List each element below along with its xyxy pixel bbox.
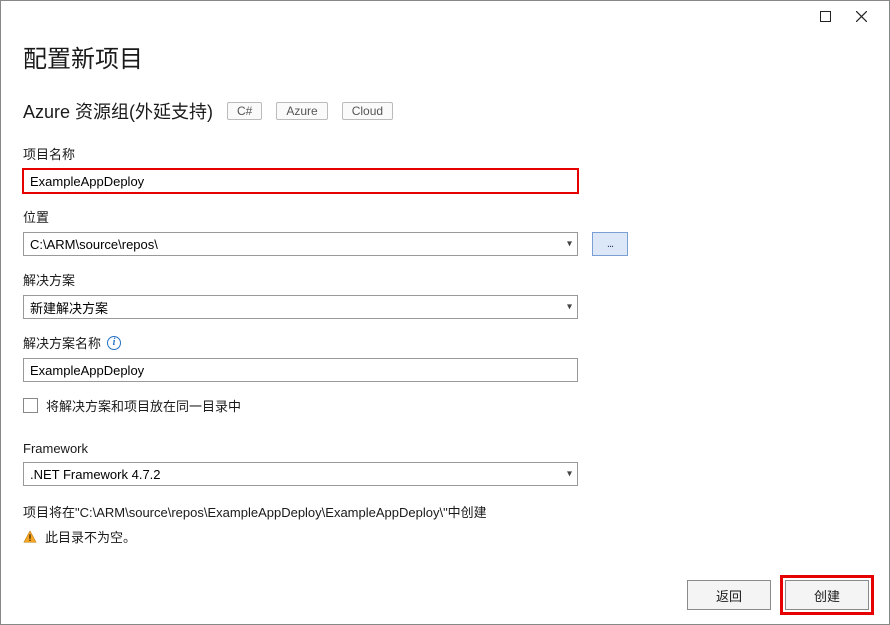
titlebar xyxy=(1,1,889,31)
same-directory-checkbox-row[interactable]: 将解决方案和项目放在同一目录中 xyxy=(23,396,867,415)
warning-row: 此目录不为空。 xyxy=(23,527,867,546)
tag-azure: Azure xyxy=(276,102,327,120)
project-name-input[interactable] xyxy=(23,169,578,193)
same-directory-checkbox[interactable] xyxy=(23,398,38,413)
back-button[interactable]: 返回 xyxy=(687,580,771,610)
solution-select[interactable] xyxy=(23,295,578,319)
dialog-footer: 返回 创建 xyxy=(687,580,869,610)
framework-label: Framework xyxy=(23,441,867,456)
dialog-window: 配置新项目 Azure 资源组(外延支持) C# Azure Cloud 项目名… xyxy=(0,0,890,625)
info-icon[interactable]: i xyxy=(107,336,121,350)
same-directory-label: 将解决方案和项目放在同一目录中 xyxy=(46,396,241,415)
browse-location-button[interactable]: ... xyxy=(592,232,628,256)
subtitle-row: Azure 资源组(外延支持) C# Azure Cloud xyxy=(23,98,867,124)
location-label: 位置 xyxy=(23,207,867,226)
maximize-button[interactable] xyxy=(807,4,843,28)
page-title: 配置新项目 xyxy=(23,39,867,74)
warning-icon xyxy=(23,530,37,544)
close-button[interactable] xyxy=(843,4,879,28)
project-type-subtitle: Azure 资源组(外延支持) xyxy=(23,98,213,124)
dialog-content: 配置新项目 Azure 资源组(外延支持) C# Azure Cloud 项目名… xyxy=(1,31,889,624)
warning-text: 此目录不为空。 xyxy=(45,527,136,546)
solution-name-label-text: 解决方案名称 xyxy=(23,333,101,352)
solution-name-input[interactable] xyxy=(23,358,578,382)
project-name-label: 项目名称 xyxy=(23,144,867,163)
creation-path-note: 项目将在"C:\ARM\source\repos\ExampleAppDeplo… xyxy=(23,502,867,521)
create-button[interactable]: 创建 xyxy=(785,580,869,610)
solution-label: 解决方案 xyxy=(23,270,867,289)
framework-select[interactable] xyxy=(23,462,578,486)
tag-cloud: Cloud xyxy=(342,102,393,120)
tag-csharp: C# xyxy=(227,102,262,120)
solution-name-label: 解决方案名称 i xyxy=(23,333,867,352)
location-input[interactable] xyxy=(23,232,578,256)
